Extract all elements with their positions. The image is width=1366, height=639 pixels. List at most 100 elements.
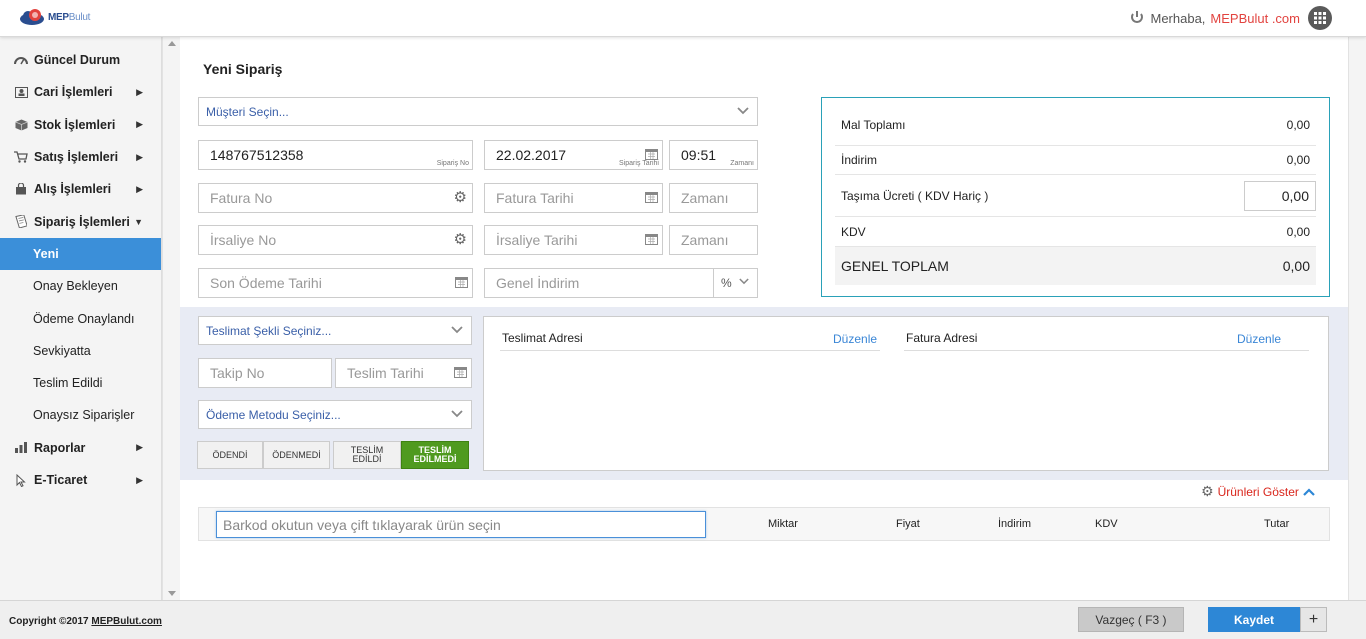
payment-method-select[interactable]: Ödeme Metodu Seçiniz... bbox=[198, 400, 472, 429]
sidebar-subitem-teslim-edildi[interactable]: Teslim Edildi bbox=[0, 367, 161, 399]
discount-label: İndirim bbox=[841, 153, 878, 167]
shipping-value: 0,00 bbox=[1281, 187, 1309, 204]
sidebar-item-guncel-durum[interactable]: Güncel Durum bbox=[0, 44, 161, 76]
invoice-time-field[interactable]: Zamanı bbox=[669, 183, 758, 213]
main-scrollbar[interactable] bbox=[1348, 37, 1366, 600]
paid-button[interactable]: ÖDENDİ bbox=[197, 441, 263, 469]
sidebar-subitem-onaysiz[interactable]: Onaysız Siparişler bbox=[0, 399, 161, 431]
sidebar-item-eticaret[interactable]: E-Ticaret ▶ bbox=[0, 464, 161, 496]
waybill-time-field[interactable]: Zamanı bbox=[669, 225, 758, 255]
edit-billing-address-link[interactable]: Düzenle bbox=[1237, 332, 1281, 346]
summary-grand-total-row: GENEL TOPLAM 0,00 bbox=[835, 247, 1316, 285]
customer-select[interactable]: Müşteri Seçin... bbox=[198, 97, 758, 126]
tracking-no-placeholder: Takip No bbox=[210, 365, 265, 381]
sidebar-item-label: Sipariş İşlemleri bbox=[34, 214, 130, 229]
invoice-date-field[interactable]: Fatura Tarihi bbox=[484, 183, 663, 213]
summary-vat-row: KDV 0,00 bbox=[835, 217, 1316, 247]
due-date-field[interactable]: Son Ödeme Tarihi bbox=[198, 268, 473, 298]
user-name[interactable]: MEPBulut .com bbox=[1210, 11, 1300, 26]
sidebar-scrollbar[interactable] bbox=[162, 37, 180, 600]
invoice-no-field[interactable]: Fatura No ⚙ bbox=[198, 183, 473, 213]
chevron-down-icon bbox=[451, 410, 463, 418]
sidebar-subitem-sevkiyatta[interactable]: Sevkiyatta bbox=[0, 335, 161, 367]
divider bbox=[500, 350, 880, 351]
sidebar-item-label: Raporlar bbox=[34, 440, 86, 455]
edit-shipping-address-link[interactable]: Düzenle bbox=[833, 332, 877, 346]
gear-icon[interactable]: ⚙ bbox=[454, 230, 467, 248]
bag-icon bbox=[14, 183, 28, 195]
scroll-up-icon[interactable] bbox=[168, 41, 176, 46]
gear-icon[interactable]: ⚙ bbox=[454, 188, 467, 206]
delivery-method-select[interactable]: Teslimat Şekli Seçiniz... bbox=[198, 316, 472, 345]
general-discount-field[interactable]: Genel İndirim bbox=[484, 268, 714, 298]
waybill-no-placeholder: İrsaliye No bbox=[210, 232, 277, 248]
general-discount-placeholder: Genel İndirim bbox=[496, 275, 580, 291]
sidebar-item-satis[interactable]: Satış İşlemleri ▶ bbox=[0, 141, 161, 173]
delivered-button[interactable]: TESLİM EDİLDİ bbox=[333, 441, 401, 469]
unpaid-button[interactable]: ÖDENMEDİ bbox=[263, 441, 330, 469]
caret-right-icon: ▶ bbox=[136, 474, 143, 485]
sidebar-item-cari[interactable]: Cari İşlemleri ▶ bbox=[0, 76, 161, 108]
calendar-icon[interactable] bbox=[455, 276, 468, 288]
calendar-icon[interactable] bbox=[454, 366, 467, 378]
sidebar-item-raporlar[interactable]: Raporlar ▶ bbox=[0, 432, 161, 464]
calendar-icon[interactable] bbox=[645, 148, 658, 160]
sidebar-item-label: E-Ticaret bbox=[34, 473, 88, 487]
caret-right-icon: ▶ bbox=[136, 119, 143, 130]
waybill-date-field[interactable]: İrsaliye Tarihi bbox=[484, 225, 663, 255]
tracking-no-field[interactable]: Takip No bbox=[198, 358, 332, 388]
order-time-field[interactable]: 09:51 Zamanı bbox=[669, 140, 758, 170]
goods-total-value: 0,00 bbox=[1286, 117, 1310, 132]
discount-unit-select[interactable]: % bbox=[713, 268, 758, 298]
order-no-field[interactable]: 148767512358 Sipariş No bbox=[198, 140, 473, 170]
calendar-icon[interactable] bbox=[645, 233, 658, 245]
cursor-icon bbox=[14, 473, 28, 487]
not-delivered-button[interactable]: TESLİM EDİLMEDİ bbox=[401, 441, 469, 469]
divider bbox=[904, 350, 1309, 351]
logo[interactable]: MEPBulut bbox=[18, 8, 90, 26]
caret-down-icon: ▼ bbox=[134, 216, 143, 227]
cancel-button[interactable]: Vazgeç ( F3 ) bbox=[1078, 607, 1184, 632]
waybill-no-field[interactable]: İrsaliye No ⚙ bbox=[198, 225, 473, 255]
chevron-down-icon bbox=[739, 278, 749, 285]
calendar-icon[interactable] bbox=[645, 191, 658, 203]
vat-value: 0,00 bbox=[1286, 224, 1310, 239]
page-title: Yeni Sipariş bbox=[203, 61, 283, 77]
box-icon bbox=[14, 119, 28, 131]
products-header: Barkod okutun veya çift tıklayarak ürün … bbox=[198, 507, 1330, 541]
cloud-logo-icon bbox=[18, 8, 46, 26]
sidebar-item-alis[interactable]: Alış İşlemleri ▶ bbox=[0, 173, 161, 205]
chevron-down-icon bbox=[737, 107, 749, 115]
top-bar: MEPBulut Merhaba, MEPBulut .com bbox=[0, 0, 1366, 37]
document-icon bbox=[14, 215, 28, 229]
sidebar-subitem-odeme-onaylandi[interactable]: Ödeme Onaylandı bbox=[0, 302, 161, 334]
order-date-field[interactable]: 22.02.2017 Sipariş Tarihi bbox=[484, 140, 663, 170]
dashboard-icon bbox=[14, 54, 28, 66]
show-products-toggle[interactable]: ⚙ Ürünleri Göster bbox=[1201, 483, 1315, 500]
sidebar-item-label: Satış İşlemleri bbox=[34, 150, 119, 165]
apps-grid-icon[interactable] bbox=[1308, 6, 1332, 30]
save-options-button[interactable]: + bbox=[1300, 607, 1327, 632]
delivery-section: Teslimat Şekli Seçiniz... Takip No Tesli… bbox=[180, 307, 1348, 480]
sidebar-subitem-yeni[interactable]: Yeni bbox=[0, 237, 161, 271]
sidebar-item-siparis[interactable]: Sipariş İşlemleri ▼ bbox=[0, 205, 161, 237]
cart-icon bbox=[14, 151, 28, 163]
barcode-input[interactable]: Barkod okutun veya çift tıklayarak ürün … bbox=[216, 511, 706, 538]
sidebar-item-stok[interactable]: Stok İşlemleri ▶ bbox=[0, 109, 161, 141]
delivery-date-field[interactable]: Teslim Tarihi bbox=[335, 358, 472, 388]
scroll-down-icon[interactable] bbox=[168, 591, 176, 596]
sidebar-subitem-onay-bekleyen[interactable]: Onay Bekleyen bbox=[0, 270, 161, 302]
greeting-text: Merhaba, bbox=[1150, 11, 1206, 26]
delivery-method-value: Teslimat Şekli Seçiniz... bbox=[206, 323, 332, 338]
contact-card-icon bbox=[14, 86, 28, 98]
logout-icon[interactable] bbox=[1129, 10, 1145, 27]
shipping-input[interactable]: 0,00 bbox=[1244, 180, 1316, 211]
column-vat: KDV bbox=[1095, 518, 1118, 530]
main-content: Yeni Sipariş Müşteri Seçin... 1487675123… bbox=[180, 37, 1348, 600]
save-button[interactable]: Kaydet bbox=[1208, 607, 1300, 632]
invoice-time-placeholder: Zamanı bbox=[681, 190, 729, 206]
payment-method-value: Ödeme Metodu Seçiniz... bbox=[206, 407, 341, 422]
order-date-label: Sipariş Tarihi bbox=[619, 160, 659, 167]
grand-total-value: 0,00 bbox=[1282, 258, 1310, 274]
copyright-link[interactable]: MEPBulut.com bbox=[91, 616, 162, 627]
